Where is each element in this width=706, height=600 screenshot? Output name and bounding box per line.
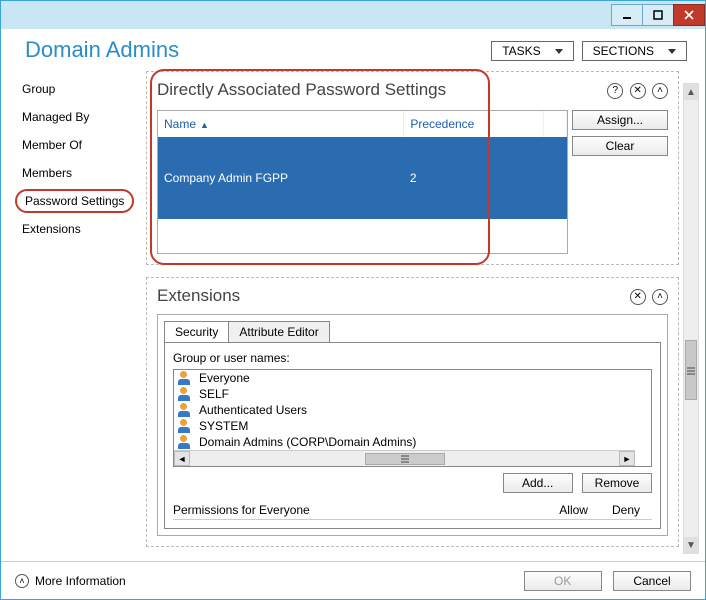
scroll-left-button[interactable]: ◄ <box>174 451 190 466</box>
acl-list[interactable]: Everyone SELF Authenticated Users SYSTEM… <box>173 369 652 467</box>
user-icon <box>178 419 194 433</box>
sidebar-item-member-of[interactable]: Member Of <box>15 133 89 157</box>
password-settings-section: Directly Associated Password Settings ? … <box>146 71 679 265</box>
sidebar-item-label: Group <box>22 82 55 96</box>
chevron-down-icon <box>668 49 676 54</box>
ok-button[interactable]: OK <box>524 571 602 591</box>
col-label: Name <box>164 117 196 131</box>
tab-security[interactable]: Security <box>164 321 229 342</box>
page-title: Domain Admins <box>25 37 179 63</box>
acl-label: Everyone <box>199 371 250 385</box>
sidebar: Group Managed By Member Of Members Passw… <box>1 71 146 551</box>
sidebar-item-managed-by[interactable]: Managed By <box>15 105 96 129</box>
sections-dropdown[interactable]: SECTIONS <box>582 41 687 61</box>
acl-label: SYSTEM <box>199 419 248 433</box>
scroll-thumb[interactable] <box>685 340 697 400</box>
scroll-right-button[interactable]: ► <box>619 451 635 466</box>
deny-column-label: Deny <box>612 503 640 517</box>
section-title: Directly Associated Password Settings <box>157 80 446 100</box>
table-row[interactable]: Company Admin FGPP 2 <box>158 137 567 219</box>
list-item[interactable]: SELF <box>174 386 651 402</box>
group-or-user-names-label: Group or user names: <box>173 351 652 365</box>
chevron-down-icon <box>555 49 563 54</box>
scroll-thumb[interactable] <box>365 453 445 465</box>
extensions-section: Extensions ✕ ˄ Security Attribute Editor… <box>146 277 679 547</box>
section-collapse-button[interactable]: ˄ <box>652 289 668 305</box>
section-close-button[interactable]: ✕ <box>630 83 646 99</box>
list-item[interactable]: Authenticated Users <box>174 402 651 418</box>
section-close-button[interactable]: ✕ <box>630 289 646 305</box>
allow-column-label: Allow <box>559 503 588 517</box>
more-information-link[interactable]: ˄ More Information <box>15 574 126 588</box>
password-settings-table[interactable]: Name ▲ Precedence Company Admin FGPP 2 <box>157 110 568 254</box>
maximize-button[interactable] <box>642 4 674 26</box>
clear-button[interactable]: Clear <box>572 136 668 156</box>
acl-label: Authenticated Users <box>199 403 307 417</box>
permissions-label: Permissions for Everyone <box>173 503 310 517</box>
group-icon <box>178 435 194 449</box>
list-item[interactable]: Domain Admins (CORP\Domain Admins) <box>174 434 651 450</box>
acl-label: Domain Admins (CORP\Domain Admins) <box>199 435 416 449</box>
section-collapse-button[interactable]: ˄ <box>652 83 668 99</box>
tasks-dropdown[interactable]: TASKS <box>491 41 573 61</box>
scroll-track[interactable] <box>190 451 619 466</box>
scroll-down-button[interactable]: ▼ <box>684 537 698 553</box>
group-icon <box>178 371 194 385</box>
section-title: Extensions <box>157 286 240 306</box>
sort-ascending-icon: ▲ <box>200 120 209 130</box>
sidebar-item-extensions[interactable]: Extensions <box>15 217 88 241</box>
sidebar-item-label: Members <box>22 166 72 180</box>
column-header-precedence[interactable]: Precedence <box>404 111 543 137</box>
user-icon <box>178 387 194 401</box>
scroll-up-button[interactable]: ▲ <box>684 84 698 100</box>
sidebar-item-members[interactable]: Members <box>15 161 79 185</box>
cell-precedence: 2 <box>404 137 543 219</box>
tab-attribute-editor[interactable]: Attribute Editor <box>228 321 329 342</box>
column-header-name[interactable]: Name ▲ <box>158 111 404 137</box>
cell-name: Company Admin FGPP <box>158 137 404 219</box>
vertical-scrollbar[interactable]: ▲ ▼ <box>683 83 699 554</box>
scroll-track[interactable] <box>684 100 698 537</box>
sidebar-item-label: Extensions <box>22 222 81 236</box>
sidebar-item-label: Password Settings <box>25 194 124 208</box>
more-info-label: More Information <box>35 574 126 588</box>
list-item[interactable]: SYSTEM <box>174 418 651 434</box>
sidebar-item-label: Managed By <box>22 110 89 124</box>
sidebar-item-label: Member Of <box>22 138 82 152</box>
add-button[interactable]: Add... <box>503 473 573 493</box>
assign-button[interactable]: Assign... <box>572 110 668 130</box>
cancel-button[interactable]: Cancel <box>613 571 691 591</box>
sidebar-item-password-settings[interactable]: Password Settings <box>15 189 134 213</box>
group-icon <box>178 403 194 417</box>
help-button[interactable]: ? <box>607 83 623 99</box>
tasks-label: TASKS <box>502 44 540 58</box>
list-item[interactable]: Everyone <box>174 370 651 386</box>
acl-label: SELF <box>199 387 229 401</box>
sections-label: SECTIONS <box>593 44 654 58</box>
minimize-button[interactable] <box>611 4 643 26</box>
remove-button[interactable]: Remove <box>582 473 652 493</box>
close-button[interactable] <box>673 4 705 26</box>
chevron-up-icon: ˄ <box>15 574 29 588</box>
sidebar-item-group[interactable]: Group <box>15 77 62 101</box>
